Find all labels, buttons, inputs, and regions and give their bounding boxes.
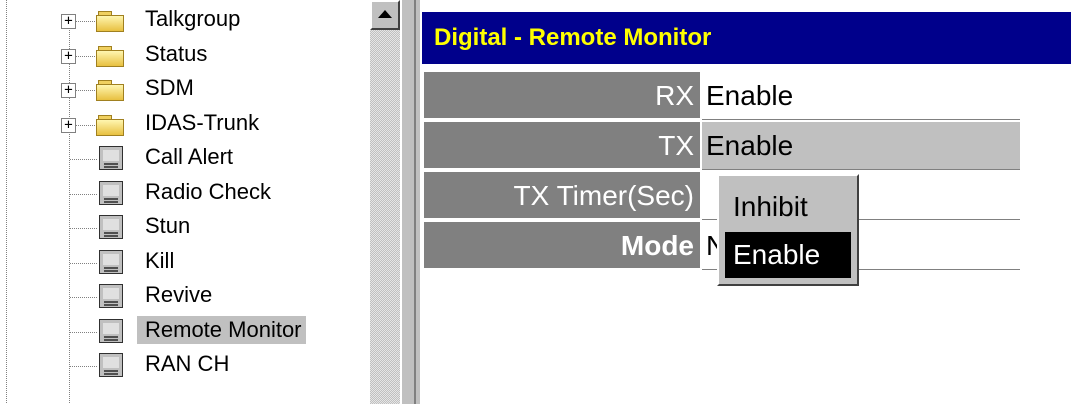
property-label: Mode	[424, 222, 700, 270]
tree-item-label: IDAS-Trunk	[145, 109, 260, 135]
dropdown-option-inhibit[interactable]: Inhibit	[725, 184, 851, 230]
tree-item[interactable]: Revive	[0, 278, 370, 312]
folder-icon	[96, 80, 124, 101]
tree-connector	[70, 159, 98, 160]
property-value[interactable]: Enable	[702, 72, 1020, 120]
scroll-up-arrow-icon	[378, 10, 392, 18]
document-icon	[99, 318, 123, 343]
tree-item[interactable]: + IDAS-Trunk	[0, 106, 370, 140]
panel-splitter[interactable]	[400, 0, 420, 404]
expand-icon[interactable]: +	[61, 83, 76, 98]
document-icon	[99, 353, 123, 377]
property-label: TX	[424, 122, 700, 170]
value-dropdown-list[interactable]: Inhibit Enable	[717, 174, 859, 286]
tree-connector	[70, 228, 98, 229]
tree-connector	[70, 262, 98, 264]
tree-item-label: Talkgroup	[145, 6, 241, 31]
dropdown-option-enable[interactable]: Enable	[725, 232, 851, 278]
expand-icon[interactable]: +	[61, 117, 76, 133]
document-icon	[99, 284, 123, 308]
tree-panel: + Talkgroup + Status + SDM + IDAS-Trunk Call Ale…	[0, 0, 400, 404]
tree-item[interactable]: Stun	[0, 209, 370, 243]
tree-connector	[70, 297, 98, 298]
tree-connector	[70, 331, 98, 333]
tree-item-label: Call Alert	[145, 144, 234, 169]
folder-icon	[96, 45, 124, 67]
expand-icon[interactable]: +	[61, 48, 76, 64]
tree-connector	[70, 193, 98, 195]
property-label: RX	[424, 72, 700, 120]
tree-item-label: Radio Check	[145, 178, 271, 204]
splitter-shadow	[414, 0, 416, 404]
tree-item-label: Stun	[145, 213, 191, 238]
tree-item-label: Remote Monitor	[137, 315, 306, 344]
tree-item[interactable]: Kill	[0, 244, 370, 278]
property-value[interactable]: Enable	[702, 122, 1020, 170]
tree-scrollbar[interactable]	[370, 0, 400, 404]
tree-connector	[76, 55, 96, 57]
tree-item[interactable]: RAN CH	[0, 347, 370, 381]
tree-connector	[70, 366, 98, 367]
tree-item[interactable]: Call Alert	[0, 140, 370, 174]
scroll-up-button[interactable]	[370, 0, 400, 30]
document-icon	[99, 180, 123, 205]
document-icon	[99, 215, 123, 239]
tree-item-label: RAN CH	[145, 351, 230, 376]
tree-item[interactable]: Remote Monitor	[0, 313, 370, 347]
tree-item-label: Kill	[145, 247, 175, 273]
panel-title: Digital - Remote Monitor	[422, 12, 1071, 64]
property-row-tx[interactable]: TX Enable	[424, 122, 1020, 172]
tree-item-label: Revive	[145, 282, 213, 307]
tree-item[interactable]: Radio Check	[0, 175, 370, 209]
document-icon	[99, 146, 123, 170]
expand-icon[interactable]: +	[61, 14, 76, 29]
folder-icon	[96, 114, 124, 136]
property-row-rx[interactable]: RX Enable	[424, 72, 1020, 122]
folder-icon	[96, 11, 124, 32]
tree-item-label: SDM	[145, 75, 194, 100]
tree-item[interactable]: + Talkgroup	[0, 2, 370, 36]
property-label: TX Timer(Sec)	[424, 172, 700, 220]
document-icon	[99, 249, 123, 274]
tree-connector	[76, 21, 96, 22]
tree-connector	[76, 90, 96, 91]
tree-connector	[76, 124, 96, 126]
tree-item[interactable]: + SDM	[0, 71, 370, 105]
tree-item[interactable]: + Status	[0, 37, 370, 71]
tree-item-label: Status	[145, 40, 208, 66]
